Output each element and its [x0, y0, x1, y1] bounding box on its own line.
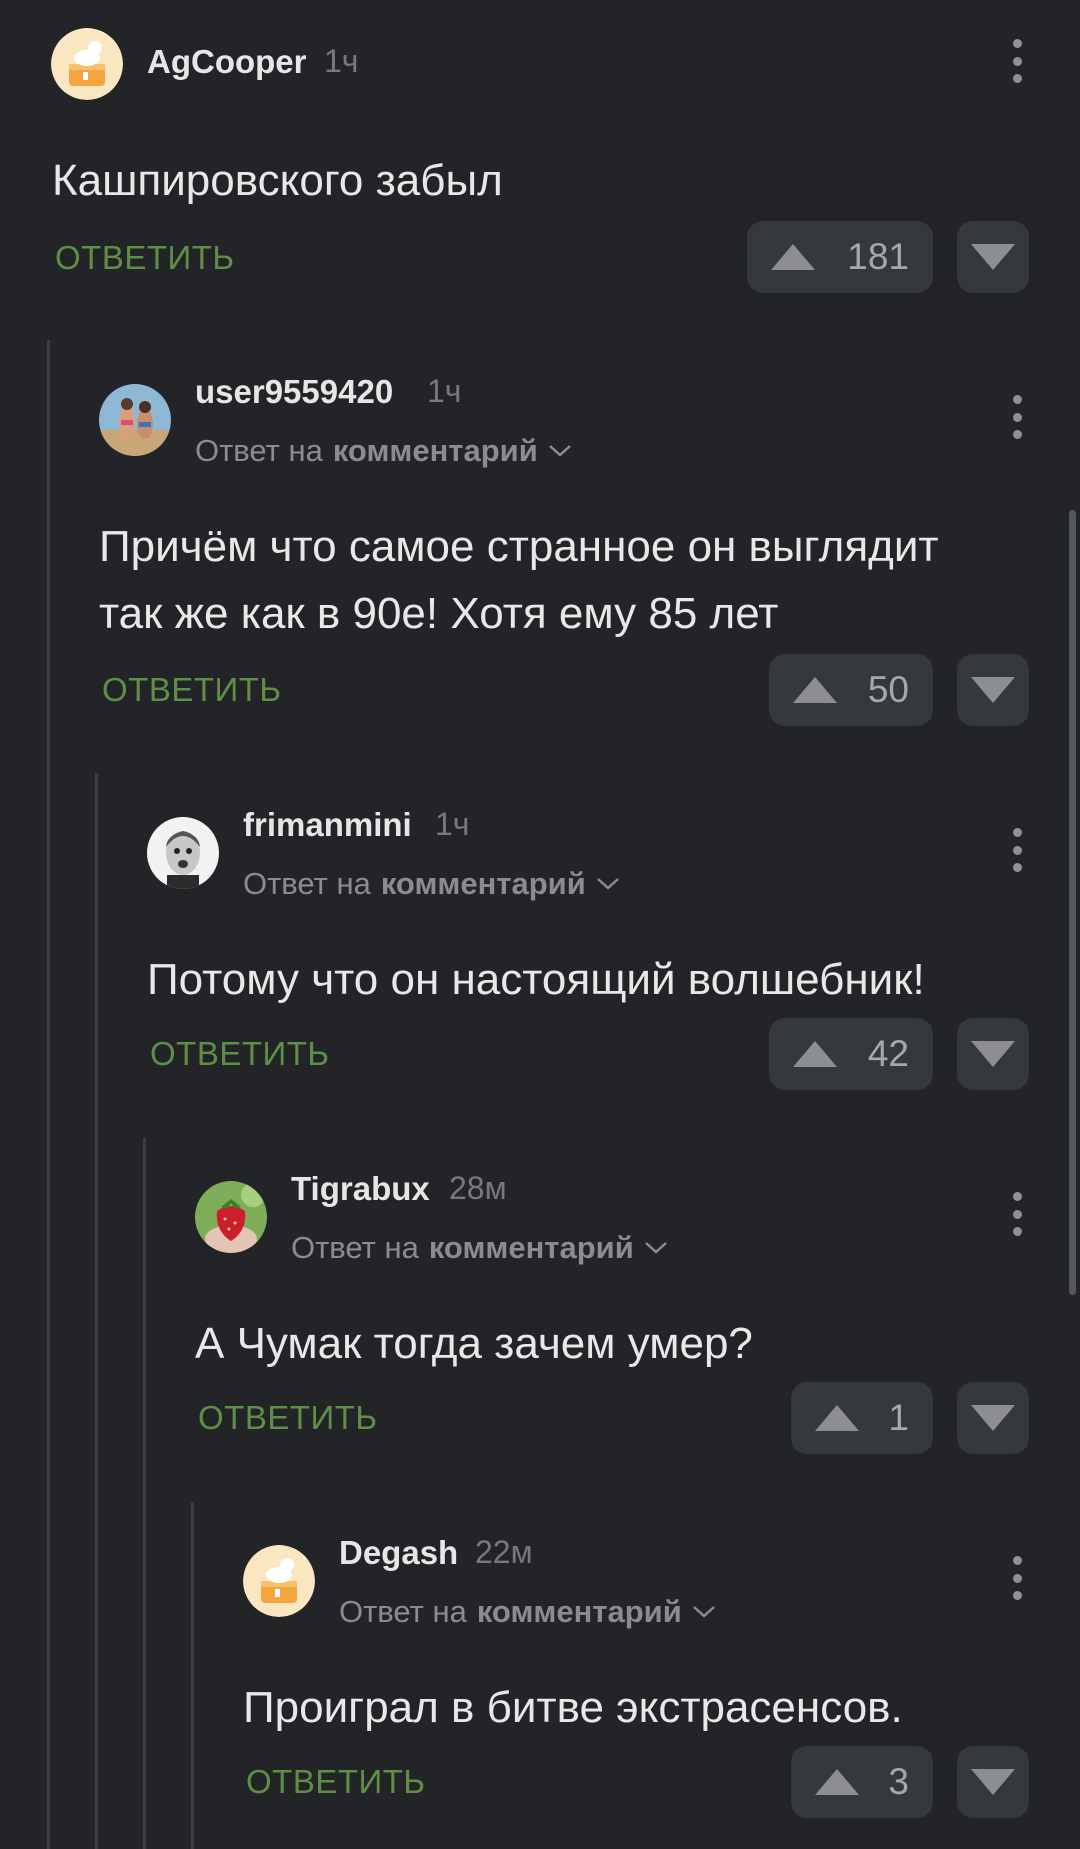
- more-options-icon[interactable]: [997, 387, 1037, 447]
- vote-count: 42: [867, 1033, 909, 1074]
- downvote-button[interactable]: [957, 654, 1029, 726]
- timestamp: 22м: [475, 1534, 533, 1570]
- thread-line: [95, 773, 98, 1849]
- reply-button[interactable]: ОТВЕТИТЬ: [150, 1035, 330, 1073]
- timestamp: 1ч: [427, 373, 462, 409]
- reply-to-prefix: Ответ на: [291, 1230, 419, 1265]
- vote-count: 181: [847, 236, 909, 277]
- comment-text-line: Причём что самое странное он выглядит: [99, 522, 939, 571]
- comment-text: А Чумак тогда зачем умер?: [195, 1310, 753, 1377]
- comment-text: Кашпировского забыл: [52, 147, 503, 214]
- reply-to-prefix: Ответ на: [195, 433, 323, 468]
- avatar[interactable]: [147, 817, 219, 889]
- comment-text: Проиграл в битве экстрасенсов.: [243, 1674, 903, 1741]
- reply-to[interactable]: Ответ на комментарий: [243, 866, 620, 902]
- arrow-up-icon: [793, 677, 837, 703]
- comment-text-line: Кашпировского забыл: [52, 156, 503, 205]
- downvote-button[interactable]: [957, 1018, 1029, 1090]
- reply-button[interactable]: ОТВЕТИТЬ: [55, 239, 235, 277]
- username[interactable]: frimanmini: [243, 806, 412, 844]
- upvote-button[interactable]: 1: [791, 1382, 933, 1454]
- arrow-down-icon: [971, 1405, 1015, 1431]
- arrow-up-icon: [793, 1041, 837, 1067]
- comment-thread: AgCooper 1ч Кашпировского забыл ОТВЕТИТЬ…: [0, 0, 1080, 1849]
- vote-count: 50: [867, 669, 909, 710]
- scrollbar[interactable]: [1069, 510, 1076, 1295]
- reply-to-prefix: Ответ на: [243, 866, 371, 901]
- avatar[interactable]: [195, 1181, 267, 1253]
- downvote-button[interactable]: [957, 221, 1029, 293]
- arrow-down-icon: [971, 1041, 1015, 1067]
- reply-to-target[interactable]: комментарий: [333, 433, 538, 469]
- downvote-button[interactable]: [957, 1382, 1029, 1454]
- photo-avatar-icon: [147, 817, 219, 889]
- comment-text-line: Потому что он настоящий волшебник!: [147, 955, 925, 1004]
- arrow-up-icon: [815, 1769, 859, 1795]
- avatar[interactable]: [51, 28, 123, 100]
- photo-avatar-icon: [99, 384, 171, 456]
- vote-count: 1: [888, 1397, 909, 1438]
- chevron-down-icon[interactable]: [644, 1241, 668, 1255]
- comment-text-line: А Чумак тогда зачем умер?: [195, 1319, 753, 1368]
- comment-text: Причём что самое странное он выглядит та…: [99, 513, 939, 647]
- cake-avatar-icon: [243, 1545, 315, 1617]
- upvote-button[interactable]: 3: [791, 1746, 933, 1818]
- thread-line: [143, 1138, 146, 1849]
- vote-count: 3: [888, 1761, 909, 1802]
- timestamp: 28м: [449, 1170, 507, 1206]
- chevron-down-icon[interactable]: [692, 1605, 716, 1619]
- comment-text-line: так же как в 90е! Хотя ему 85 лет: [99, 589, 779, 638]
- reply-to-target[interactable]: комментарий: [429, 1230, 634, 1266]
- reply-to[interactable]: Ответ на комментарий: [339, 1594, 716, 1630]
- downvote-button[interactable]: [957, 1746, 1029, 1818]
- reply-to-target[interactable]: комментарий: [381, 866, 586, 902]
- timestamp: 1ч: [324, 43, 359, 79]
- reply-button[interactable]: ОТВЕТИТЬ: [102, 671, 282, 709]
- reply-to-prefix: Ответ на: [339, 1594, 467, 1629]
- reply-to[interactable]: Ответ на комментарий: [195, 433, 572, 469]
- username[interactable]: user9559420: [195, 373, 393, 411]
- avatar[interactable]: [99, 384, 171, 456]
- avatar[interactable]: [243, 1545, 315, 1617]
- username[interactable]: Tigrabux: [291, 1170, 430, 1208]
- cake-avatar-icon: [51, 28, 123, 100]
- reply-to[interactable]: Ответ на комментарий: [291, 1230, 668, 1266]
- more-options-icon[interactable]: [997, 1548, 1037, 1608]
- chevron-down-icon[interactable]: [596, 877, 620, 891]
- timestamp: 1ч: [435, 806, 470, 842]
- reply-to-target[interactable]: комментарий: [477, 1594, 682, 1630]
- username[interactable]: AgCooper: [147, 43, 307, 81]
- chevron-down-icon[interactable]: [548, 444, 572, 458]
- more-options-icon[interactable]: [997, 1184, 1037, 1244]
- arrow-down-icon: [971, 677, 1015, 703]
- more-options-icon[interactable]: [997, 820, 1037, 880]
- upvote-button[interactable]: 181: [747, 221, 933, 293]
- upvote-button[interactable]: 50: [769, 654, 933, 726]
- username[interactable]: Degash: [339, 1534, 458, 1572]
- upvote-button[interactable]: 42: [769, 1018, 933, 1090]
- comment-text: Потому что он настоящий волшебник!: [147, 946, 925, 1013]
- arrow-down-icon: [971, 244, 1015, 270]
- thread-line: [47, 340, 50, 1849]
- reply-button[interactable]: ОТВЕТИТЬ: [246, 1763, 426, 1801]
- arrow-down-icon: [971, 1769, 1015, 1795]
- strawberry-avatar-icon: [195, 1181, 267, 1253]
- arrow-up-icon: [815, 1405, 859, 1431]
- thread-line: [191, 1502, 194, 1849]
- reply-button[interactable]: ОТВЕТИТЬ: [198, 1399, 378, 1437]
- comment-text-line: Проиграл в битве экстрасенсов.: [243, 1683, 903, 1732]
- arrow-up-icon: [771, 244, 815, 270]
- more-options-icon[interactable]: [997, 31, 1037, 91]
